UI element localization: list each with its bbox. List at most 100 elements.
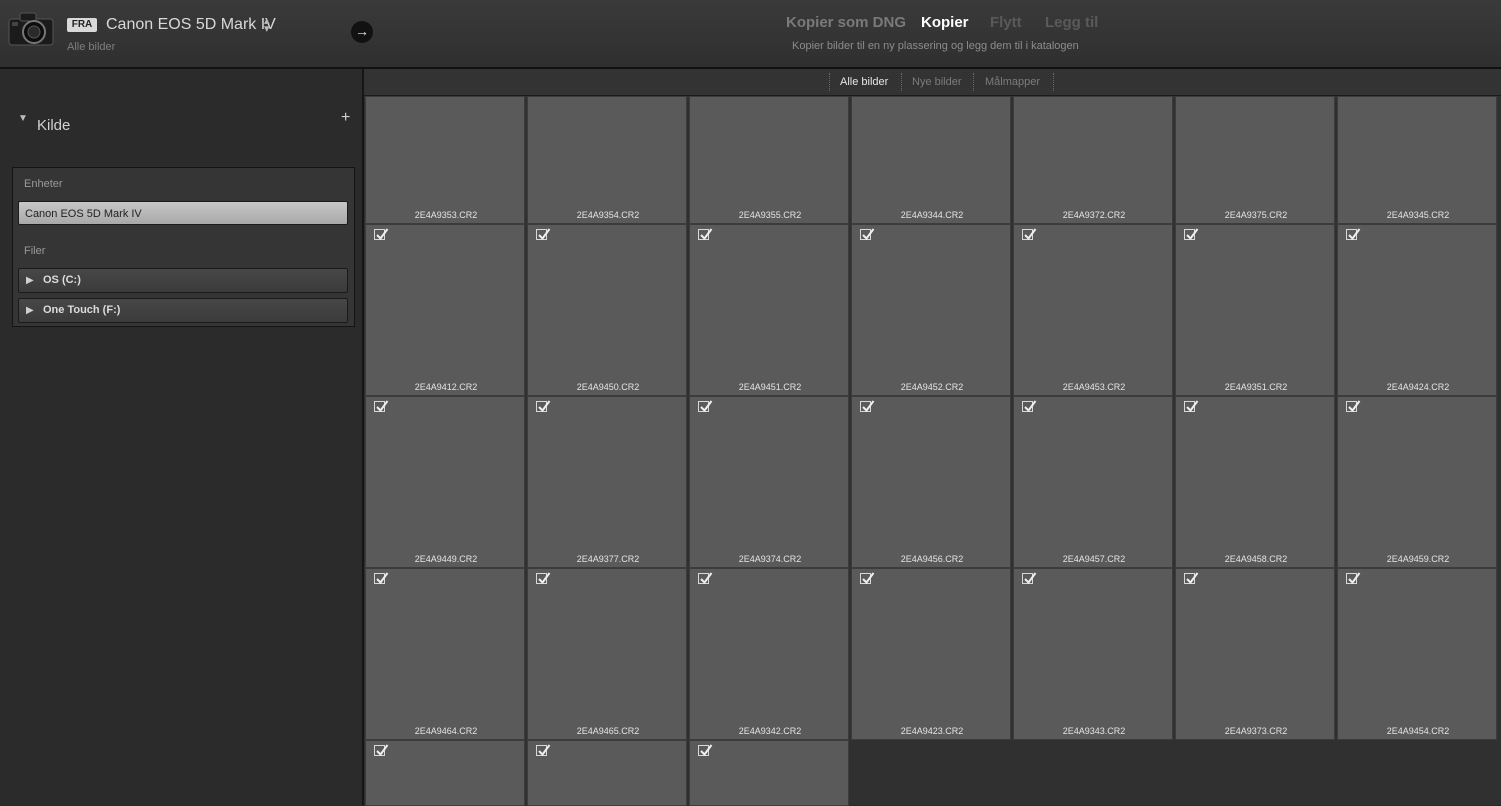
photo-thumbnail[interactable]: 2E4A9375.CR2 [1175, 96, 1335, 224]
checkbox[interactable] [536, 400, 551, 413]
photo-thumbnail[interactable]: 2E4A9450.CR2 [527, 224, 687, 396]
checkbox[interactable] [860, 572, 875, 585]
photo-thumbnail[interactable]: 2E4A9464.CR2 [365, 568, 525, 740]
photo-thumbnail[interactable]: 2E4A9343.CR2 [1013, 568, 1173, 740]
checkbox[interactable] [698, 228, 713, 241]
checkbox[interactable] [374, 228, 389, 241]
filter-new-photos[interactable]: Nye bilder [912, 76, 962, 88]
drive-label: OS (C:) [43, 274, 81, 286]
tab-copy-as-dng[interactable]: Kopier som DNG [786, 14, 906, 31]
photo-thumbnail[interactable] [365, 740, 525, 806]
thumbnail-filename: 2E4A9353.CR2 [414, 210, 478, 220]
checkbox[interactable] [374, 400, 389, 413]
expand-triangle-icon[interactable]: ▶ [26, 299, 34, 322]
thumbnail-filename: 2E4A9457.CR2 [1062, 554, 1126, 564]
divider [829, 73, 830, 91]
checkbox[interactable] [860, 228, 875, 241]
checkbox[interactable] [698, 572, 713, 585]
checkbox[interactable] [698, 744, 713, 757]
filter-all-photos[interactable]: Alle bilder [840, 76, 888, 88]
mode-description: Kopier bilder til en ny plassering og le… [792, 40, 1079, 52]
tab-copy[interactable]: Kopier [921, 14, 969, 31]
updown-chevron-icon[interactable]: ▴ ▾ [264, 16, 270, 35]
photo-thumbnail[interactable]: 2E4A9373.CR2 [1175, 568, 1335, 740]
thumbnail-filename: 2E4A9351.CR2 [1224, 382, 1288, 392]
photo-thumbnail[interactable]: 2E4A9459.CR2 [1337, 396, 1497, 568]
checkbox[interactable] [1184, 572, 1199, 585]
source-list: Enheter Canon EOS 5D Mark IV Filer ▶ OS … [12, 167, 355, 327]
photo-thumbnail[interactable]: 2E4A9354.CR2 [527, 96, 687, 224]
photo-thumbnail[interactable] [527, 740, 687, 806]
plus-icon[interactable]: + [341, 109, 350, 127]
checkbox[interactable] [536, 228, 551, 241]
tab-move[interactable]: Flytt [990, 14, 1022, 31]
photo-thumbnail[interactable]: 2E4A9372.CR2 [1013, 96, 1173, 224]
divider [1053, 73, 1054, 91]
source-subtitle: Alle bilder [67, 41, 116, 53]
drive-item-os-c[interactable]: ▶ OS (C:) [18, 268, 348, 293]
divider [901, 73, 902, 91]
panel-title[interactable]: Kilde [37, 117, 70, 134]
photo-thumbnail[interactable]: 2E4A9345.CR2 [1337, 96, 1497, 224]
thumbnail-filename: 2E4A9372.CR2 [1062, 210, 1126, 220]
thumbnail-filename: 2E4A9412.CR2 [414, 382, 478, 392]
photo-thumbnail[interactable]: 2E4A9449.CR2 [365, 396, 525, 568]
thumbnail-filename: 2E4A9453.CR2 [1062, 382, 1126, 392]
camera-icon[interactable] [8, 12, 54, 46]
import-header: FRA Canon EOS 5D Mark IV ▴ ▾ Alle bilder … [0, 0, 1501, 69]
checkbox[interactable] [374, 744, 389, 757]
checkbox[interactable] [1022, 572, 1037, 585]
checkbox[interactable] [1184, 400, 1199, 413]
checkbox[interactable] [1184, 228, 1199, 241]
thumbnail-filename: 2E4A9374.CR2 [738, 554, 802, 564]
checkbox[interactable] [698, 400, 713, 413]
filter-destination-folders[interactable]: Målmapper [985, 76, 1040, 88]
collapse-triangle-icon[interactable]: ▼ [18, 113, 28, 124]
divider [973, 73, 974, 91]
photo-thumbnail[interactable]: 2E4A9355.CR2 [689, 96, 849, 224]
arrow-right-icon[interactable]: → [351, 21, 373, 43]
photo-thumbnail[interactable]: 2E4A9344.CR2 [851, 96, 1011, 224]
photo-thumbnail[interactable]: 2E4A9453.CR2 [1013, 224, 1173, 396]
photo-thumbnail[interactable]: 2E4A9454.CR2 [1337, 568, 1497, 740]
photo-thumbnail[interactable]: 2E4A9452.CR2 [851, 224, 1011, 396]
checkbox[interactable] [1022, 400, 1037, 413]
photo-thumbnail[interactable]: 2E4A9351.CR2 [1175, 224, 1335, 396]
photo-thumbnail[interactable]: 2E4A9457.CR2 [1013, 396, 1173, 568]
thumbnail-filename: 2E4A9345.CR2 [1386, 210, 1450, 220]
photo-thumbnail[interactable]: 2E4A9423.CR2 [851, 568, 1011, 740]
photo-thumbnail[interactable]: 2E4A9377.CR2 [527, 396, 687, 568]
devices-label: Enheter [24, 178, 63, 190]
checkbox[interactable] [1346, 572, 1361, 585]
checkbox[interactable] [1346, 228, 1361, 241]
photo-thumbnail[interactable]: 2E4A9465.CR2 [527, 568, 687, 740]
thumbnail-filename: 2E4A9449.CR2 [414, 554, 478, 564]
checkbox[interactable] [1346, 400, 1361, 413]
checkbox[interactable] [374, 572, 389, 585]
photo-thumbnail[interactable] [689, 740, 849, 806]
thumbnail-filename: 2E4A9344.CR2 [900, 210, 964, 220]
drive-item-one-touch-f[interactable]: ▶ One Touch (F:) [18, 298, 348, 323]
checkbox[interactable] [860, 400, 875, 413]
thumbnail-filename: 2E4A9424.CR2 [1386, 382, 1450, 392]
tab-add[interactable]: Legg til [1045, 14, 1098, 31]
checkbox[interactable] [536, 744, 551, 757]
photo-thumbnail[interactable]: 2E4A9424.CR2 [1337, 224, 1497, 396]
expand-triangle-icon[interactable]: ▶ [26, 269, 34, 292]
thumbnail-filename: 2E4A9451.CR2 [738, 382, 802, 392]
thumbnail-filename: 2E4A9342.CR2 [738, 726, 802, 736]
source-device-selector[interactable]: Canon EOS 5D Mark IV [106, 16, 276, 34]
checkbox[interactable] [536, 572, 551, 585]
device-item-canon[interactable]: Canon EOS 5D Mark IV [18, 201, 348, 225]
photo-thumbnail[interactable]: 2E4A9374.CR2 [689, 396, 849, 568]
filter-bar: Alle bilder Nye bilder Målmapper [364, 69, 1501, 96]
photo-thumbnail[interactable]: 2E4A9451.CR2 [689, 224, 849, 396]
photo-thumbnail[interactable]: 2E4A9456.CR2 [851, 396, 1011, 568]
thumbnail-filename: 2E4A9373.CR2 [1224, 726, 1288, 736]
photo-thumbnail[interactable]: 2E4A9353.CR2 [365, 96, 525, 224]
source-panel: ▼ Kilde + Enheter Canon EOS 5D Mark IV F… [0, 69, 364, 805]
photo-thumbnail[interactable]: 2E4A9458.CR2 [1175, 396, 1335, 568]
photo-thumbnail[interactable]: 2E4A9412.CR2 [365, 224, 525, 396]
checkbox[interactable] [1022, 228, 1037, 241]
photo-thumbnail[interactable]: 2E4A9342.CR2 [689, 568, 849, 740]
